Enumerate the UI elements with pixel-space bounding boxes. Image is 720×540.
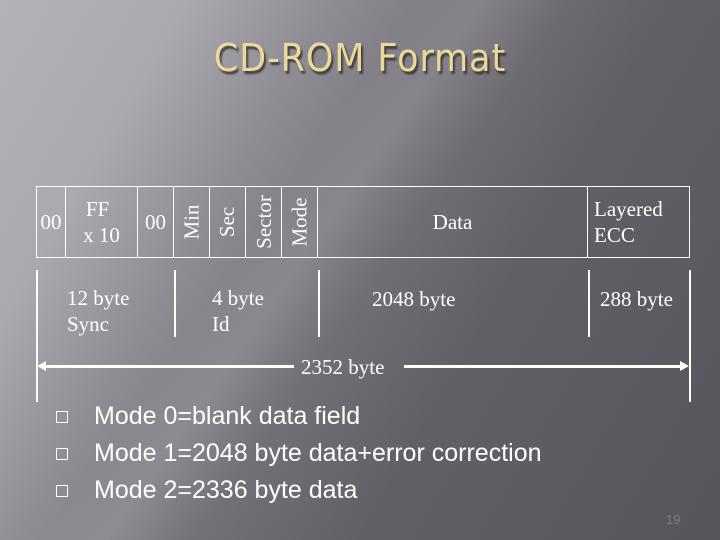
page-number: 19 [666, 512, 681, 527]
table-cell-sync-00-end: 00 [138, 186, 174, 258]
separator-right-edge [689, 270, 691, 402]
total-arrow-line-right [404, 365, 682, 368]
table-cell-layered-ecc: Layered ECC [588, 186, 690, 258]
arrow-left-icon [37, 361, 46, 371]
x10-label: x 10 [83, 223, 120, 247]
table-cell-data: Data [318, 186, 588, 258]
arrow-right-icon [680, 361, 689, 371]
table-cell-sync-00: 00 [36, 186, 66, 258]
table-cell-mode: Mode [282, 186, 318, 258]
separator-data-ecc [588, 270, 590, 337]
ecc-size-label: 288 byte [600, 287, 673, 311]
slide-title: CD-ROM Format [213, 36, 507, 80]
table-cell-sector: Sector [246, 186, 282, 258]
mode-list: Mode 0=blank data field Mode 1=2048 byte… [52, 398, 542, 509]
table-cell-ff-x10: FF x 10 [66, 186, 138, 258]
total-arrow-line-left [44, 365, 294, 368]
list-item: Mode 2=2336 byte data [52, 472, 542, 509]
table-cell-sec: Sec [210, 186, 246, 258]
separator-left-edge [36, 270, 38, 402]
sync-size-label: 12 byte Sync [67, 286, 130, 336]
data-size-label: 2048 byte [372, 287, 456, 311]
list-item: Mode 1=2048 byte data+error correction [52, 435, 542, 472]
ff-label: FF [85, 197, 110, 221]
total-size-label: 2352 byte [301, 355, 385, 379]
list-item: Mode 0=blank data field [52, 398, 542, 435]
separator-sync-id [174, 270, 176, 337]
id-size-label: 4 byte Id [212, 286, 264, 336]
separator-id-data [318, 270, 320, 337]
table-cell-min: Min [174, 186, 210, 258]
square-bullet-icon [56, 484, 68, 497]
square-bullet-icon [56, 410, 68, 423]
square-bullet-icon [56, 447, 68, 460]
